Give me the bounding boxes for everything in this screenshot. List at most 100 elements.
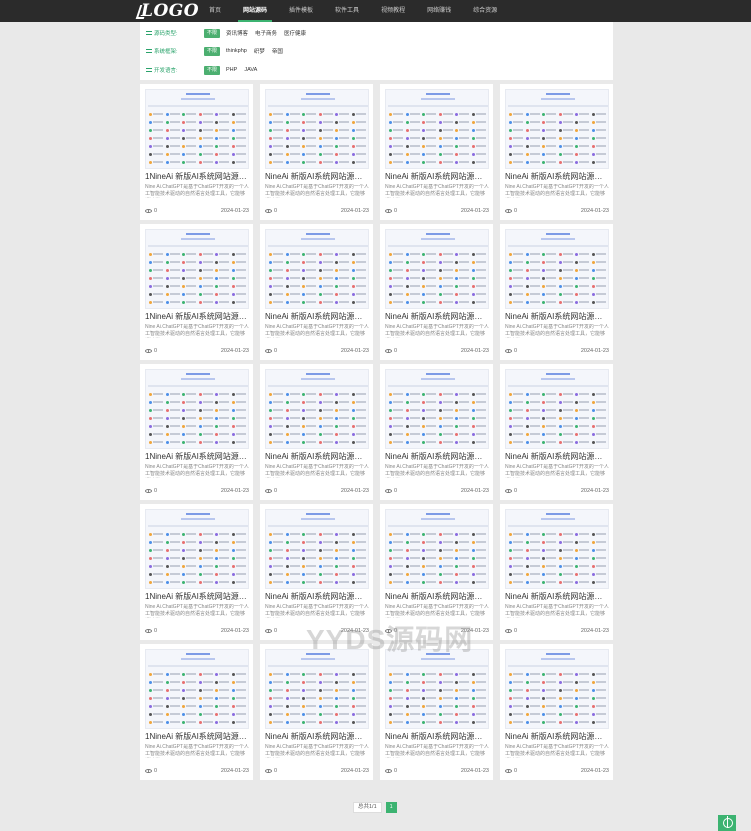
nav-item[interactable]: 软件工具 xyxy=(324,0,370,22)
card-title[interactable]: NineAi 新版AI系统网站源码 ChatGPT xyxy=(505,592,609,602)
resource-card[interactable]: NineAi 新版AI系统网站源码 ChatGPT Nine Ai.ChatGPT… xyxy=(260,644,373,780)
card-title[interactable]: NineAi 新版AI系统网站源码 ChatGPT xyxy=(505,732,609,742)
filter-option[interactable]: 织梦 xyxy=(254,47,265,55)
filter-tag-all[interactable]: 不限 xyxy=(204,65,221,75)
card-title[interactable]: 1NineAi 新版AI系统网站源码 ChatGPT xyxy=(145,732,249,742)
card-thumbnail[interactable] xyxy=(505,649,609,729)
resource-card[interactable]: NineAi 新版AI系统网站源码 ChatGPT Nine Ai.ChatGPT… xyxy=(380,224,493,360)
resource-card[interactable]: 1NineAi 新版AI系统网站源码 ChatGPT Nine Ai.ChatGP… xyxy=(140,84,253,220)
resource-card[interactable]: NineAi 新版AI系统网站源码 ChatGPT Nine Ai.ChatGPT… xyxy=(380,364,493,500)
card-thumbnail[interactable] xyxy=(145,649,249,729)
card-title[interactable]: NineAi 新版AI系统网站源码 ChatGPT xyxy=(265,172,369,182)
filter-option[interactable]: 帝国 xyxy=(272,47,283,55)
back-to-top-button[interactable] xyxy=(718,815,736,831)
card-date: 2024-01-23 xyxy=(340,768,369,774)
card-meta: 0 2024-01-23 xyxy=(145,767,249,775)
card-title[interactable]: NineAi 新版AI系统网站源码 ChatGPT xyxy=(385,172,489,182)
filter-option[interactable]: 医疗健康 xyxy=(284,29,306,37)
card-thumbnail[interactable] xyxy=(505,89,609,169)
filter-tag-all[interactable]: 不限 xyxy=(204,28,221,38)
filter-label-text: 开发语言: xyxy=(154,68,178,74)
eye-icon xyxy=(265,489,272,493)
card-thumbnail[interactable] xyxy=(505,229,609,309)
card-meta: 0 2024-01-23 xyxy=(265,207,369,215)
resource-card[interactable]: 1NineAi 新版AI系统网站源码 ChatGPT Nine Ai.ChatGP… xyxy=(140,644,253,780)
card-title[interactable]: 1NineAi 新版AI系统网站源码 ChatGPT xyxy=(145,592,249,602)
nav-item[interactable]: 网络赚钱 xyxy=(416,0,462,22)
filter-option[interactable]: 电子商务 xyxy=(255,29,277,37)
main-nav: 首页 网站源码 插件模板 软件工具 视频教程 网络赚钱 综合资源 xyxy=(198,0,508,22)
resource-card[interactable]: NineAi 新版AI系统网站源码 ChatGPT Nine Ai.ChatGPT… xyxy=(380,644,493,780)
resource-card[interactable]: NineAi 新版AI系统网站源码 ChatGPT Nine Ai.ChatGPT… xyxy=(260,84,373,220)
card-date: 2024-01-23 xyxy=(460,348,489,354)
filter-option[interactable]: JAVA xyxy=(244,67,257,73)
card-title[interactable]: NineAi 新版AI系统网站源码 ChatGPT xyxy=(385,452,489,462)
resource-card[interactable]: NineAi 新版AI系统网站源码 ChatGPT Nine Ai.ChatGPT… xyxy=(500,644,613,780)
card-thumbnail[interactable] xyxy=(505,509,609,589)
nav-item[interactable]: 网站源码 xyxy=(232,0,278,22)
card-title[interactable]: NineAi 新版AI系统网站源码 ChatGPT xyxy=(265,592,369,602)
filter-option[interactable]: thinkphp xyxy=(226,48,247,54)
card-description: Nine Ai.ChatGPT是基于ChatGPT开发的一个人工智能技术驱动的自… xyxy=(145,604,249,617)
nav-item[interactable]: 综合资源 xyxy=(462,0,508,22)
card-thumbnail[interactable] xyxy=(385,649,489,729)
resource-card[interactable]: 1NineAi 新版AI系统网站源码 ChatGPT Nine Ai.ChatGP… xyxy=(140,504,253,640)
watermark: YYDS源码网 xyxy=(306,624,474,655)
card-thumbnail[interactable] xyxy=(145,509,249,589)
resource-card[interactable]: 1NineAi 新版AI系统网站源码 ChatGPT Nine Ai.ChatGP… xyxy=(140,224,253,360)
filter-option[interactable]: 资讯博客 xyxy=(226,29,248,37)
card-title[interactable]: NineAi 新版AI系统网站源码 ChatGPT xyxy=(265,732,369,742)
nav-item[interactable]: 视频教程 xyxy=(370,0,416,22)
card-date: 2024-01-23 xyxy=(460,488,489,494)
card-thumbnail[interactable] xyxy=(145,369,249,449)
view-count: 0 xyxy=(154,348,158,354)
card-title[interactable]: 1NineAi 新版AI系统网站源码 ChatGPT xyxy=(145,312,249,322)
eye-icon xyxy=(505,629,512,633)
resource-card[interactable]: NineAi 新版AI系统网站源码 ChatGPT Nine Ai.ChatGPT… xyxy=(260,224,373,360)
eye-icon xyxy=(145,209,152,213)
card-thumbnail[interactable] xyxy=(385,509,489,589)
card-thumbnail[interactable] xyxy=(145,229,249,309)
eye-icon xyxy=(385,209,392,213)
card-date: 2024-01-23 xyxy=(220,208,249,214)
card-title[interactable]: NineAi 新版AI系统网站源码 ChatGPT xyxy=(505,312,609,322)
card-title[interactable]: NineAi 新版AI系统网站源码 ChatGPT xyxy=(265,312,369,322)
card-thumbnail[interactable] xyxy=(265,649,369,729)
card-meta: 0 2024-01-23 xyxy=(505,767,609,775)
resource-card[interactable]: NineAi 新版AI系统网站源码 ChatGPT Nine Ai.ChatGPT… xyxy=(260,364,373,500)
card-title[interactable]: NineAi 新版AI系统网站源码 ChatGPT xyxy=(505,172,609,182)
filter-tag-all[interactable]: 不限 xyxy=(204,46,221,56)
view-count: 0 xyxy=(514,768,518,774)
card-thumbnail[interactable] xyxy=(385,369,489,449)
card-date: 2024-01-23 xyxy=(340,488,369,494)
nav-item[interactable]: 插件模板 xyxy=(278,0,324,22)
view-count: 0 xyxy=(514,628,518,634)
card-date: 2024-01-23 xyxy=(580,348,609,354)
card-title[interactable]: NineAi 新版AI系统网站源码 ChatGPT xyxy=(385,592,489,602)
card-thumbnail[interactable] xyxy=(265,509,369,589)
card-thumbnail[interactable] xyxy=(145,89,249,169)
resource-card[interactable]: NineAi 新版AI系统网站源码 ChatGPT Nine Ai.ChatGPT… xyxy=(500,504,613,640)
card-title[interactable]: NineAi 新版AI系统网站源码 ChatGPT xyxy=(385,312,489,322)
card-thumbnail[interactable] xyxy=(505,369,609,449)
nav-item[interactable]: 首页 xyxy=(198,0,232,22)
card-title[interactable]: NineAi 新版AI系统网站源码 ChatGPT xyxy=(265,452,369,462)
page-number-current[interactable]: 1 xyxy=(385,802,397,813)
card-title[interactable]: NineAi 新版AI系统网站源码 ChatGPT xyxy=(505,452,609,462)
filter-option[interactable]: PHP xyxy=(226,67,237,73)
view-count: 0 xyxy=(514,208,518,214)
card-thumbnail[interactable] xyxy=(385,229,489,309)
site-logo[interactable]: LOGO xyxy=(141,1,199,21)
resource-card[interactable]: NineAi 新版AI系统网站源码 ChatGPT Nine Ai.ChatGPT… xyxy=(500,224,613,360)
card-thumbnail[interactable] xyxy=(265,369,369,449)
resource-card[interactable]: 1NineAi 新版AI系统网站源码 ChatGPT Nine Ai.ChatGP… xyxy=(140,364,253,500)
card-thumbnail[interactable] xyxy=(265,229,369,309)
card-title[interactable]: 1NineAi 新版AI系统网站源码 ChatGPT xyxy=(145,172,249,182)
card-thumbnail[interactable] xyxy=(385,89,489,169)
resource-card[interactable]: NineAi 新版AI系统网站源码 ChatGPT Nine Ai.ChatGPT… xyxy=(500,84,613,220)
card-title[interactable]: 1NineAi 新版AI系统网站源码 ChatGPT xyxy=(145,452,249,462)
card-title[interactable]: NineAi 新版AI系统网站源码 ChatGPT xyxy=(385,732,489,742)
card-thumbnail[interactable] xyxy=(265,89,369,169)
resource-card[interactable]: NineAi 新版AI系统网站源码 ChatGPT Nine Ai.ChatGPT… xyxy=(380,84,493,220)
resource-card[interactable]: NineAi 新版AI系统网站源码 ChatGPT Nine Ai.ChatGPT… xyxy=(500,364,613,500)
